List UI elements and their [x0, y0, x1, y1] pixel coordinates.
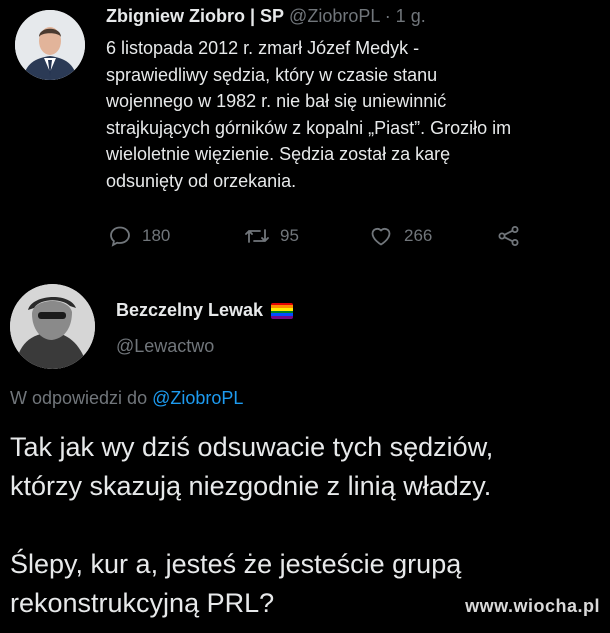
- watermark: www.wiocha.pl: [465, 596, 600, 616]
- like-button[interactable]: 266: [368, 224, 432, 248]
- retweet-icon: [245, 229, 269, 243]
- tweet-header: Zbigniew Ziobro | SP @ZiobroPL · 1 g.: [106, 6, 426, 27]
- reply-to-prefix: W odpowiedzi do: [10, 388, 153, 408]
- profile-photo-icon: [15, 10, 85, 80]
- avatar[interactable]: [10, 284, 95, 369]
- retweet-button[interactable]: 95: [244, 224, 299, 248]
- author-handle[interactable]: @Lewactwo: [116, 336, 214, 357]
- reply-text: Tak jak wy dziś odsuwacie tych sędziów, …: [10, 432, 494, 618]
- reply-author-row: Bezczelny Lewak: [116, 300, 294, 321]
- profile-photo-icon: [10, 284, 95, 369]
- reply-button[interactable]: 180: [108, 224, 170, 248]
- author-meta[interactable]: @ZiobroPL · 1 g.: [289, 6, 426, 26]
- tweet-text: 6 listopada 2012 r. zmarł Józef Medyk - …: [106, 38, 512, 191]
- reply-to-line: W odpowiedzi do @ZiobroPL: [10, 388, 243, 409]
- author-name[interactable]: Bezczelny Lewak: [116, 300, 263, 321]
- reply-to-mention[interactable]: @ZiobroPL: [152, 388, 243, 408]
- reply-icon: [110, 226, 130, 247]
- avatar[interactable]: [15, 10, 85, 80]
- like-icon: [371, 228, 391, 246]
- like-count: 266: [404, 226, 433, 245]
- share-button[interactable]: [496, 224, 522, 248]
- tweet-actions: 180 95 266: [106, 224, 556, 250]
- rainbow-flag-icon: [271, 302, 294, 319]
- reply-count: 180: [142, 226, 171, 245]
- retweet-count: 95: [280, 226, 299, 245]
- author-name[interactable]: Zbigniew Ziobro | SP: [106, 6, 284, 26]
- share-icon: [498, 226, 519, 246]
